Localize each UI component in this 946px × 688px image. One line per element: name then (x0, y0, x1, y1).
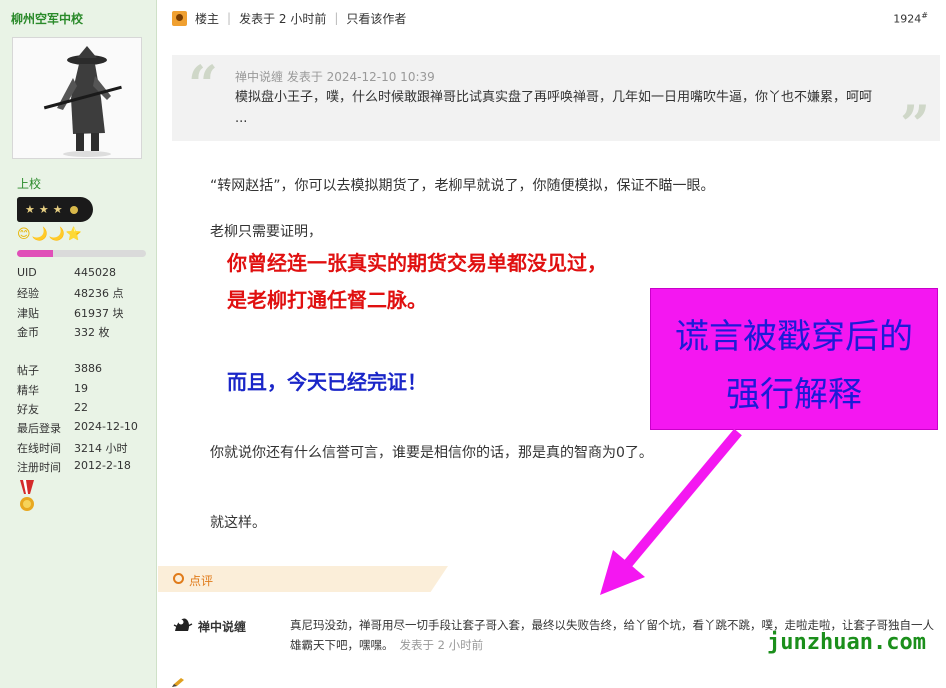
post-paragraph: 就这样。 (210, 515, 266, 531)
stat-row: 注册时间 2012-2-18 (17, 459, 138, 478)
annotation-line: 强行解释 (726, 375, 862, 415)
quote-block: “ 禅中说缠 发表于 2024-12-10 10:39 模拟盘小王子，噗，什么时… (172, 55, 940, 156)
stat-row: 最后登录 2024-12-10 (17, 420, 138, 439)
site-watermark: junzhuan.com (767, 630, 926, 655)
highlight-blue-line: 而且，今天已经完证！ (227, 370, 427, 394)
annotation-line: 谎言被戳穿后的 (675, 317, 913, 357)
author-label: 楼主 (195, 11, 220, 26)
level-icons: 😊🌙🌙⭐ (17, 227, 83, 242)
experience-progress-fill (17, 250, 54, 257)
stat-row: 精华 19 (17, 382, 138, 401)
stat-value[interactable]: 445028 (74, 266, 116, 285)
level-badges: 😊🌙🌙⭐ (17, 227, 84, 242)
stat-row: UID 445028 (17, 266, 138, 285)
post-header: 楼主 | 发表于 2 小时前 | 只看该作者 1924# (172, 8, 932, 28)
stat-row: 好友 22 (17, 401, 138, 420)
stat-value: 2012-2-18 (74, 458, 131, 472)
button-knob-icon (69, 205, 78, 214)
stat-value[interactable]: 19 (74, 382, 88, 401)
stat-row: 经验 48236 点 (17, 285, 138, 304)
floor-number[interactable]: 1924# (893, 11, 928, 26)
user-stats: UID 445028 经验 48236 点 津贴 61937 块 金币 332 枚 帖子… (17, 266, 138, 478)
annotation-box: 谎言被戳穿后的 强行解释 (650, 288, 938, 430)
username-link[interactable]: 柳州空军中校 (11, 10, 83, 27)
only-author-link[interactable]: 只看该作者 (346, 10, 406, 27)
post-paragraph: “转网赵括”，你可以去模拟期货了，老柳早就说了，你随便模拟，保证不瞄一眼。 (210, 178, 715, 194)
star-icon: ★ (38, 203, 49, 216)
medal-icon[interactable] (17, 480, 37, 514)
user-sidebar: 柳州空军中校 上校 ★ ★ ★ 😊🌙🌙⭐ UID 445028 经验 48236… (0, 0, 157, 688)
comment-time: 发表于 2 小时前 (399, 638, 484, 652)
rank-insignia-icon: ★ ★ ★ (17, 197, 93, 222)
commenter-avatar[interactable] (172, 615, 194, 635)
experience-progress-bar (17, 250, 146, 257)
quote-meta: 禅中说缠 发表于 2024-12-10 10:39 (235, 70, 435, 84)
commenter-name[interactable]: 禅中说缠 (198, 618, 246, 635)
post-paragraph: 老柳只需要证明， (210, 224, 322, 240)
close-quote-icon: ” (900, 95, 930, 156)
open-quote-icon: “ (188, 55, 218, 116)
avatar[interactable] (12, 37, 142, 159)
quote-text: 模拟盘小王子，噗，什么时候敢跟禅哥比试真实盘了再呼唤禅哥，几年如一日用嘴吹牛逼，… (235, 90, 873, 126)
stat-row: 在线时间 3214 小时 (17, 440, 138, 459)
comment-circle-icon (173, 573, 184, 584)
post-time: 发表于 2 小时前 (239, 11, 327, 26)
stat-value: 3214 小时 (74, 441, 128, 455)
pencil-icon[interactable] (171, 678, 185, 688)
comment-section-header: 点评 (158, 566, 448, 592)
highlight-red-line: 是老柳打通任督二脉。 (227, 288, 427, 312)
stat-row: 金币 332 枚 (17, 324, 138, 343)
stat-value: 48236 点 (74, 287, 124, 301)
comment-section-label: 点评 (189, 574, 214, 588)
author-icon (172, 10, 187, 26)
stat-row: 津贴 61937 块 (17, 305, 138, 324)
stat-value: 61937 块 (74, 306, 124, 320)
stat-value: 2024-12-10 (74, 420, 138, 434)
stat-value: 332 枚 (74, 325, 110, 339)
stat-value[interactable]: 3886 (74, 362, 102, 381)
highlight-red-line: 你曾经连一张真实的期货交易单都没见过， (227, 251, 607, 275)
stat-row: 帖子 3886 (17, 362, 138, 381)
stat-value[interactable]: 22 (74, 401, 88, 420)
star-icon: ★ (52, 203, 63, 216)
rank-title[interactable]: 上校 (17, 175, 41, 192)
post-paragraph: 你就说你还有什么信誉可言，谁要是相信你的话，那是真的智商为0了。 (210, 445, 653, 461)
star-icon: ★ (25, 203, 35, 216)
